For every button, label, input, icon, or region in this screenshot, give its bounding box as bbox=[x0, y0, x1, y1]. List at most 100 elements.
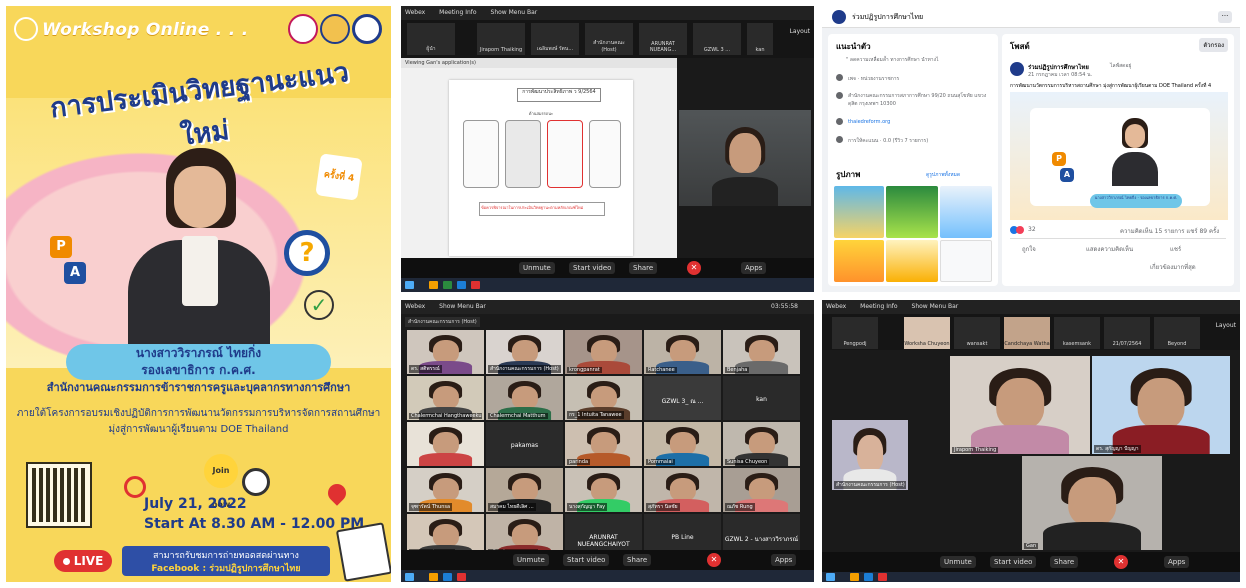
reaction-count[interactable]: 32 bbox=[1028, 226, 1036, 233]
photo-thumb[interactable] bbox=[886, 186, 938, 238]
like-button[interactable]: ถูกใจ bbox=[1022, 244, 1036, 254]
video-tile[interactable]: kan bbox=[723, 376, 800, 420]
video-tile[interactable]: Pornmalai bbox=[644, 422, 721, 466]
end-call-button[interactable]: ✕ bbox=[1114, 555, 1128, 569]
zoom-icon[interactable] bbox=[443, 573, 452, 581]
show-menu-bar-button[interactable]: Show Menu Bar bbox=[912, 303, 959, 310]
strip-tile[interactable]: Pengpodj bbox=[832, 317, 878, 349]
show-menu-bar-button[interactable]: Show Menu Bar bbox=[439, 303, 486, 310]
video-tile[interactable]: ดร. สติพรรณ์ bbox=[407, 330, 484, 374]
post-author-avatar[interactable] bbox=[1010, 62, 1024, 76]
strip-tile[interactable]: สำนักงานคณะ (Host) bbox=[585, 23, 633, 55]
start-icon[interactable] bbox=[826, 573, 835, 581]
filter-button[interactable]: ตัวกรอง bbox=[1199, 38, 1228, 52]
start-icon[interactable] bbox=[405, 573, 414, 581]
powerpoint-icon[interactable] bbox=[471, 281, 480, 289]
participant-name: ดร. สติพรรณ์ bbox=[409, 365, 442, 373]
meeting-info-button[interactable]: Meeting Info bbox=[860, 303, 897, 310]
video-tile[interactable]: GZWL 3_ ณ ... bbox=[644, 376, 721, 420]
photo-thumb[interactable] bbox=[886, 240, 938, 282]
video-tile[interactable]: นางสุกัญญา Fay bbox=[565, 468, 642, 512]
website-link[interactable]: thaiedreform.org bbox=[848, 119, 890, 125]
strip-tile[interactable]: เฉลิมพงษ์ รัตน... bbox=[531, 23, 579, 55]
video-tile[interactable]: สำนักงานคณะกรรมการ (Host) bbox=[832, 420, 908, 490]
show-menu-bar-button[interactable]: Show Menu Bar bbox=[491, 9, 538, 16]
browser-icon[interactable] bbox=[443, 281, 452, 289]
strip-tile[interactable]: 21/07/2564 bbox=[1104, 317, 1150, 349]
page-name[interactable]: ร่วมปฏิรูปการศึกษาไทย bbox=[852, 12, 923, 23]
photo-thumb[interactable] bbox=[834, 240, 884, 282]
photo-thumb[interactable] bbox=[834, 186, 884, 238]
video-tile[interactable]: Chalermchai Matthum bbox=[486, 376, 563, 420]
more-options-button[interactable]: ··· bbox=[1218, 11, 1232, 23]
video-tile[interactable]: สำนักงานคณะกรรมการ (Host) bbox=[486, 330, 563, 374]
post-video[interactable]: นางสาววิราภรณ์ ไทยกิ่ง · รองเลขาธิการ ก.… bbox=[1010, 92, 1228, 220]
video-tile[interactable]: parinda bbox=[565, 422, 642, 466]
strip-tile[interactable]: Jiraporn Thaiking bbox=[477, 23, 525, 55]
apps-button[interactable]: Apps bbox=[741, 262, 767, 274]
sort-comments-button[interactable]: เกี่ยวข้องมากที่สุด bbox=[1150, 262, 1196, 272]
apps-button[interactable]: Apps bbox=[771, 554, 797, 566]
strip-tile[interactable]: Candchaya Watha bbox=[1004, 317, 1050, 349]
folder-icon[interactable] bbox=[850, 573, 859, 581]
category-icon bbox=[836, 74, 843, 81]
video-tile[interactable]: กร_1 Intuita Tanawee bbox=[565, 376, 642, 420]
photo-thumb[interactable] bbox=[940, 240, 992, 282]
share-button[interactable]: Share bbox=[629, 262, 658, 274]
video-tile[interactable]: สุภัทรา นิลชัย bbox=[644, 468, 721, 512]
checkmark-icon: ✓ bbox=[304, 290, 334, 320]
strip-tile[interactable]: kasemsank bbox=[1054, 317, 1100, 349]
powerpoint-icon[interactable] bbox=[878, 573, 887, 581]
speaker-portrait bbox=[1112, 118, 1158, 186]
start-video-button[interactable]: Start video bbox=[563, 554, 610, 566]
video-tile[interactable]: krongpanrat bbox=[565, 330, 642, 374]
video-tile[interactable]: Ratchanee bbox=[644, 330, 721, 374]
folder-icon[interactable] bbox=[429, 573, 438, 581]
share-button[interactable]: แชร์ bbox=[1170, 244, 1181, 254]
start-icon[interactable] bbox=[405, 281, 414, 289]
video-tile[interactable]: Gan bbox=[1022, 456, 1162, 550]
see-all-photos-link[interactable]: ดูรูปภาพทั้งหมด bbox=[926, 171, 960, 179]
zoom-icon[interactable] bbox=[457, 281, 466, 289]
layout-button[interactable]: Layout bbox=[790, 28, 810, 35]
photos-title: รูปภาพ bbox=[836, 170, 861, 179]
video-tile[interactable]: สมาคม ไทยดีเลิศ ... bbox=[486, 468, 563, 512]
apps-button[interactable]: Apps bbox=[1164, 556, 1190, 568]
folder-icon[interactable] bbox=[429, 281, 438, 289]
video-tile[interactable]: pakamas bbox=[486, 422, 563, 466]
video-tile[interactable]: ณภัช Rung bbox=[723, 468, 800, 512]
layout-button[interactable]: Layout bbox=[1216, 322, 1236, 329]
video-tile[interactable]: Jiraporn Thaiking bbox=[950, 356, 1090, 454]
zoom-icon[interactable] bbox=[864, 573, 873, 581]
start-video-button[interactable]: Start video bbox=[990, 556, 1037, 568]
photo-thumb[interactable] bbox=[940, 186, 992, 238]
video-tile[interactable] bbox=[407, 422, 484, 466]
strip-tile[interactable]: kan bbox=[747, 23, 773, 55]
comment-share-count[interactable]: ความคิดเห็น 15 รายการ แชร์ 89 ครั้ง bbox=[1120, 226, 1219, 236]
end-call-button[interactable]: ✕ bbox=[707, 553, 721, 567]
video-tile[interactable]: Sunisa Chuyeon bbox=[723, 422, 800, 466]
comment-button[interactable]: แสดงความคิดเห็น bbox=[1086, 244, 1133, 254]
video-tile[interactable]: Chalermchai Hangthaweekul bbox=[407, 376, 484, 420]
strip-tile[interactable]: Beyond bbox=[1154, 317, 1200, 349]
video-tile[interactable]: จุฑารัตน์ Thunsa bbox=[407, 468, 484, 512]
video-tile[interactable]: ดร. สุกัญญา ปัญญา bbox=[1092, 356, 1230, 454]
video-tile[interactable]: Benjaha bbox=[723, 330, 800, 374]
post-date[interactable]: 21 กรกฎาคม เวลา 08:54 น. bbox=[1028, 71, 1092, 79]
strip-tile[interactable]: Worksha Chuyeon bbox=[904, 317, 950, 349]
unmute-button[interactable]: Unmute bbox=[519, 262, 555, 274]
strip-tile[interactable]: ผู้นำ bbox=[407, 23, 455, 55]
share-button[interactable]: Share bbox=[623, 554, 652, 566]
strip-tile[interactable]: ARUNRAT NUEANG... bbox=[639, 23, 687, 55]
start-video-button[interactable]: Start video bbox=[569, 262, 616, 274]
powerpoint-icon[interactable] bbox=[457, 573, 466, 581]
strip-tile[interactable]: GZWL 3 ... bbox=[693, 23, 741, 55]
unmute-button[interactable]: Unmute bbox=[940, 556, 976, 568]
strip-tile[interactable]: wansakt bbox=[954, 317, 1000, 349]
unmute-button[interactable]: Unmute bbox=[513, 554, 549, 566]
page-avatar[interactable] bbox=[832, 10, 846, 24]
meeting-info-button[interactable]: Meeting Info bbox=[439, 9, 476, 16]
end-call-button[interactable]: ✕ bbox=[687, 261, 701, 275]
share-button[interactable]: Share bbox=[1050, 556, 1079, 568]
workshop-poster: Workshop Online . . . การประเมินวิทยฐานะ… bbox=[6, 6, 391, 582]
